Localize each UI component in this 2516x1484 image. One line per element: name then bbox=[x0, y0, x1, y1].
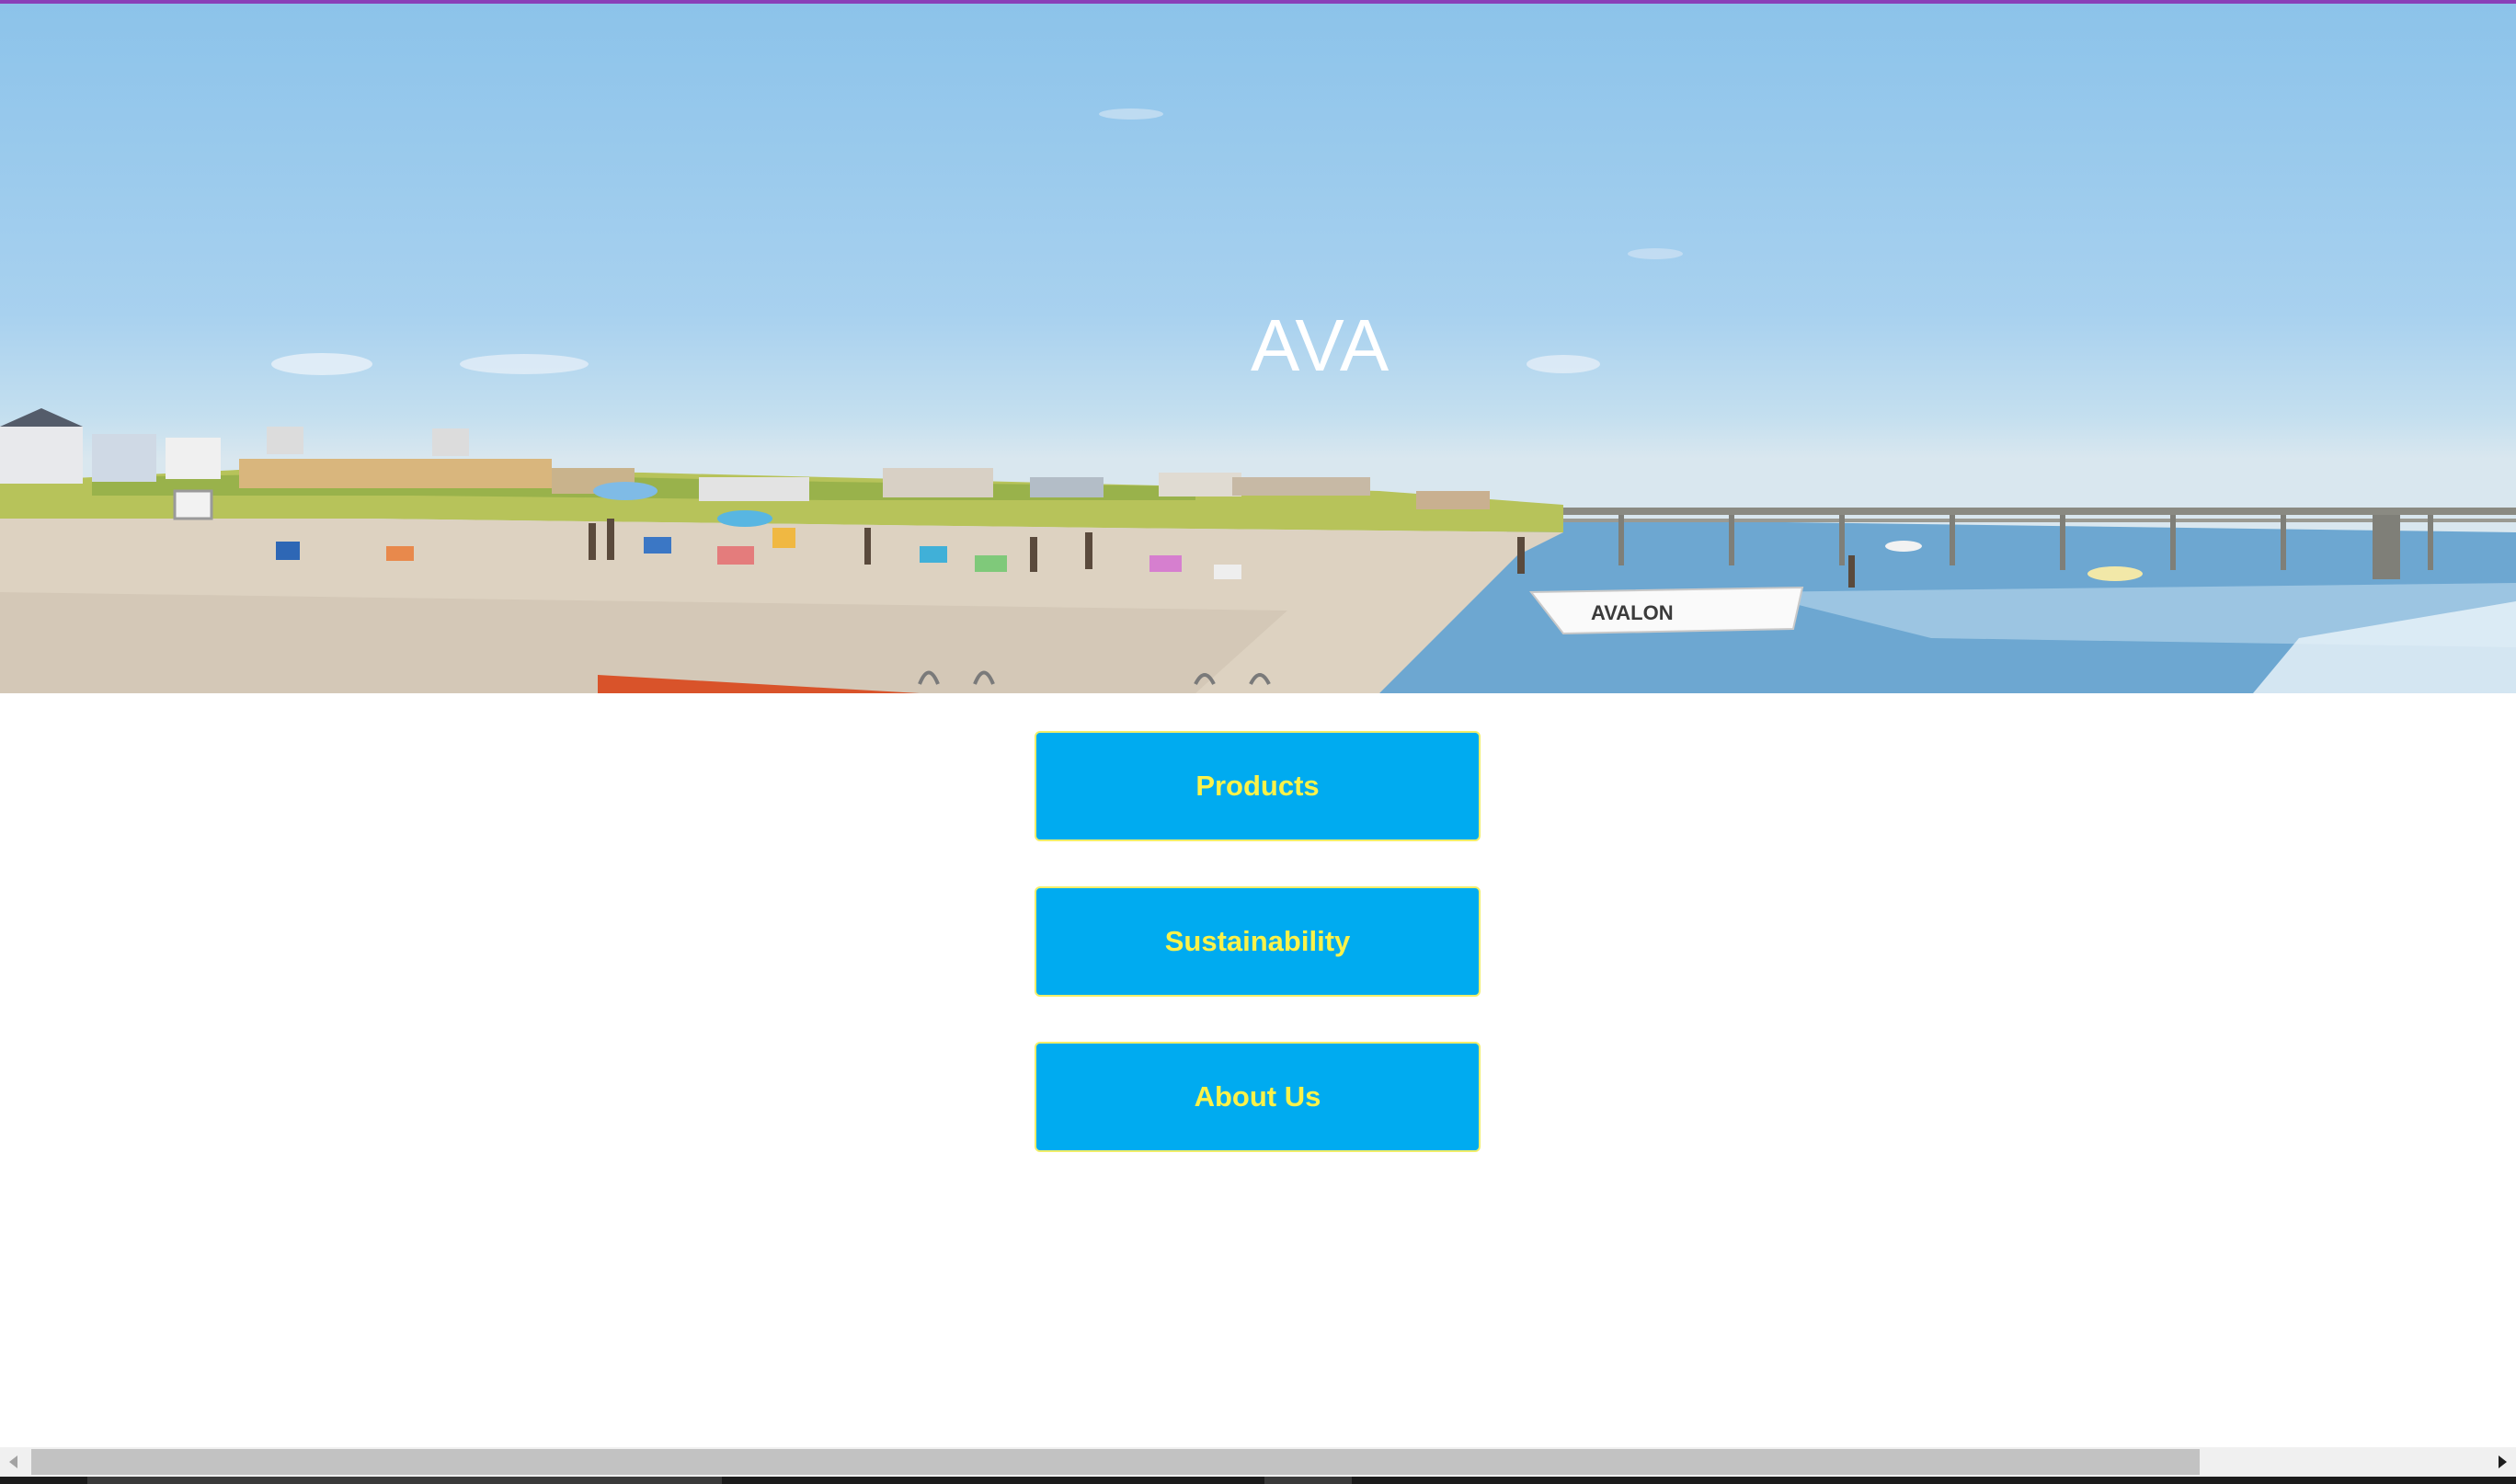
taskbar-segment bbox=[87, 1477, 722, 1484]
sustainability-button[interactable]: Sustainability bbox=[1035, 886, 1481, 997]
hero-banner: AVALON AVA bbox=[0, 4, 2516, 693]
taskbar-segment bbox=[1264, 1477, 1352, 1484]
scrollbar-thumb[interactable] bbox=[31, 1449, 2200, 1475]
scroll-left-icon[interactable] bbox=[9, 1455, 17, 1468]
products-button[interactable]: Products bbox=[1035, 731, 1481, 841]
horizontal-scrollbar[interactable] bbox=[0, 1447, 2516, 1477]
scroll-right-icon[interactable] bbox=[2499, 1455, 2507, 1468]
boat-lettering: AVALON bbox=[1591, 601, 1674, 624]
about-us-button[interactable]: About Us bbox=[1035, 1042, 1481, 1152]
taskbar-strip bbox=[0, 1477, 2516, 1484]
main-nav: Products Sustainability About Us bbox=[1035, 731, 1481, 1197]
hero-title: AVA bbox=[1251, 304, 1390, 386]
